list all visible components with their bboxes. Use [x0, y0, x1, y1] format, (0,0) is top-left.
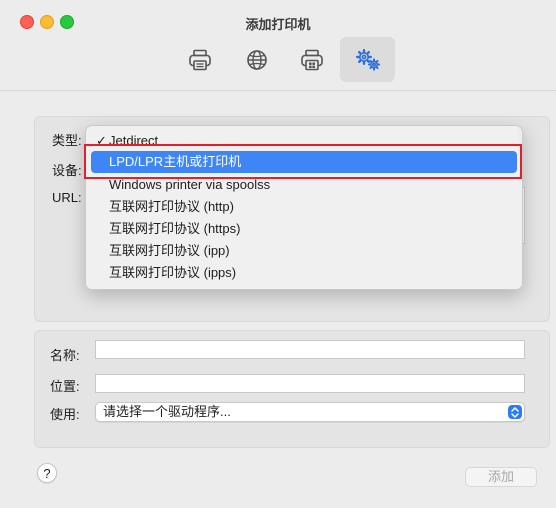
menu-item-ipp-https[interactable]: 互联网打印协议 (https)	[91, 218, 517, 240]
driver-select-value: 请选择一个驱动程序...	[103, 404, 231, 419]
name-field[interactable]	[95, 340, 525, 359]
name-label: 名称:	[50, 348, 80, 363]
menu-item-label: 互联网打印协议 (ipps)	[109, 265, 237, 280]
url-label: URL:	[52, 190, 82, 205]
driver-select[interactable]: 请选择一个驱动程序...	[95, 402, 525, 422]
use-label: 使用:	[50, 407, 80, 422]
menu-item-label: Windows printer via spoolss	[109, 177, 271, 192]
add-button[interactable]: 添加	[465, 467, 537, 487]
toolbar-windows-button[interactable]	[284, 37, 339, 82]
help-button[interactable]: ?	[37, 463, 57, 483]
windows-printer-icon	[300, 49, 324, 71]
toolbar-default-printers-button[interactable]	[172, 37, 227, 82]
title-bar: 添加打印机	[0, 0, 556, 91]
toolbar-advanced-button[interactable]	[340, 37, 395, 82]
location-field[interactable]	[95, 374, 525, 393]
window-title: 添加打印机	[245, 17, 311, 32]
menu-item-label: 互联网打印协议 (https)	[109, 221, 241, 236]
type-label: 类型:	[52, 133, 82, 148]
menu-item-label: 互联网打印协议 (http)	[109, 199, 234, 214]
menu-item-label: 互联网打印协议 (ipp)	[109, 243, 230, 258]
chevron-up-down-icon	[508, 405, 522, 419]
menu-item-ipp-ipp[interactable]: 互联网打印协议 (ipp)	[91, 240, 517, 262]
gear-icon	[354, 48, 382, 72]
globe-icon	[246, 49, 268, 71]
highlight-annotation-box	[84, 144, 522, 179]
device-label: 设备:	[52, 163, 82, 178]
location-label: 位置:	[50, 379, 80, 394]
toolbar-ip-button[interactable]	[229, 37, 284, 82]
menu-item-ipp-ipps[interactable]: 互联网打印协议 (ipps)	[91, 262, 517, 284]
printer-icon	[188, 49, 212, 71]
menu-item-ipp-http[interactable]: 互联网打印协议 (http)	[91, 196, 517, 218]
